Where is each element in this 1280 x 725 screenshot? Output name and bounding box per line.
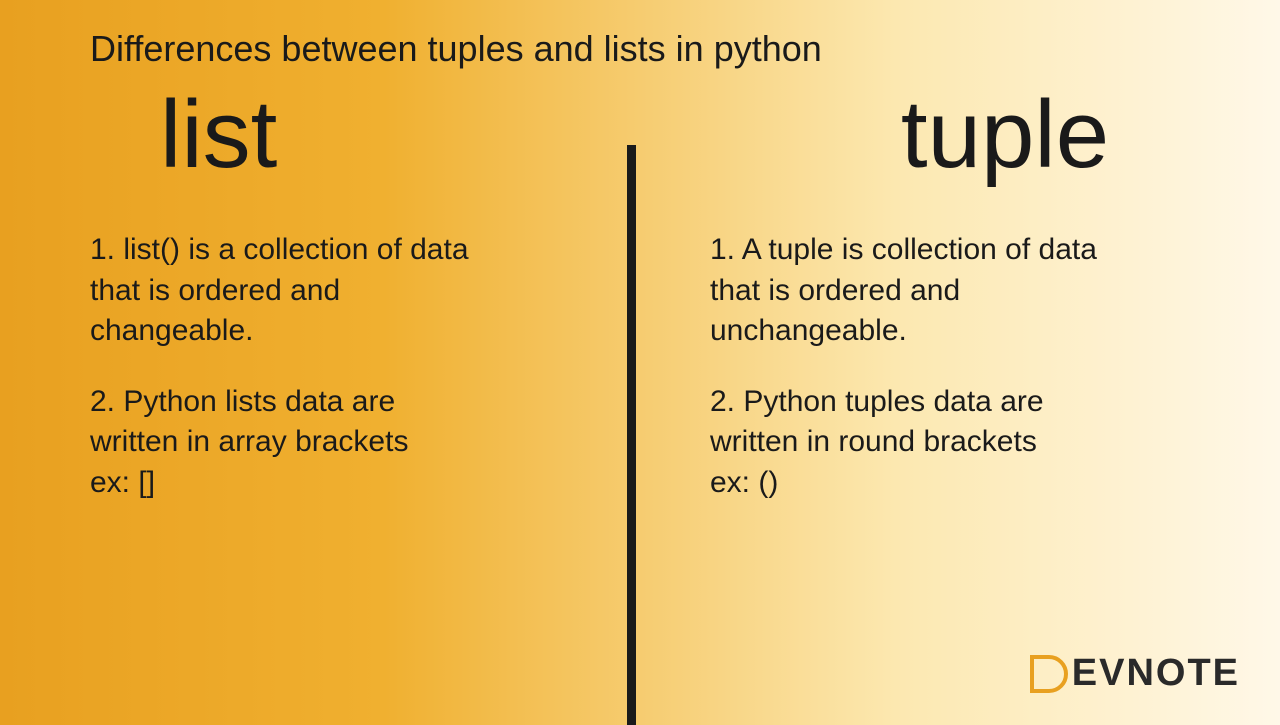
logo-d-icon (1030, 655, 1068, 693)
vertical-divider (627, 145, 636, 725)
page-title: Differences between tuples and lists in … (0, 0, 1280, 70)
list-point-2: 2. Python lists data are written in arra… (90, 382, 580, 504)
tuple-point-2: 2. Python tuples data are written in rou… (710, 382, 1220, 504)
tuple-column: tuple 1. A tuple is collection of data t… (640, 70, 1280, 650)
list-column: list 1. list() is a collection of data t… (0, 70, 640, 650)
list-heading: list (160, 80, 580, 190)
logo-text: EVNOTE (1072, 652, 1240, 695)
devnote-logo: EVNOTE (1030, 652, 1240, 695)
tuple-point-1: 1. A tuple is collection of data that is… (710, 230, 1220, 352)
comparison-columns: list 1. list() is a collection of data t… (0, 70, 1280, 650)
list-point-1: 1. list() is a collection of data that i… (90, 230, 580, 352)
tuple-heading: tuple (790, 80, 1220, 190)
